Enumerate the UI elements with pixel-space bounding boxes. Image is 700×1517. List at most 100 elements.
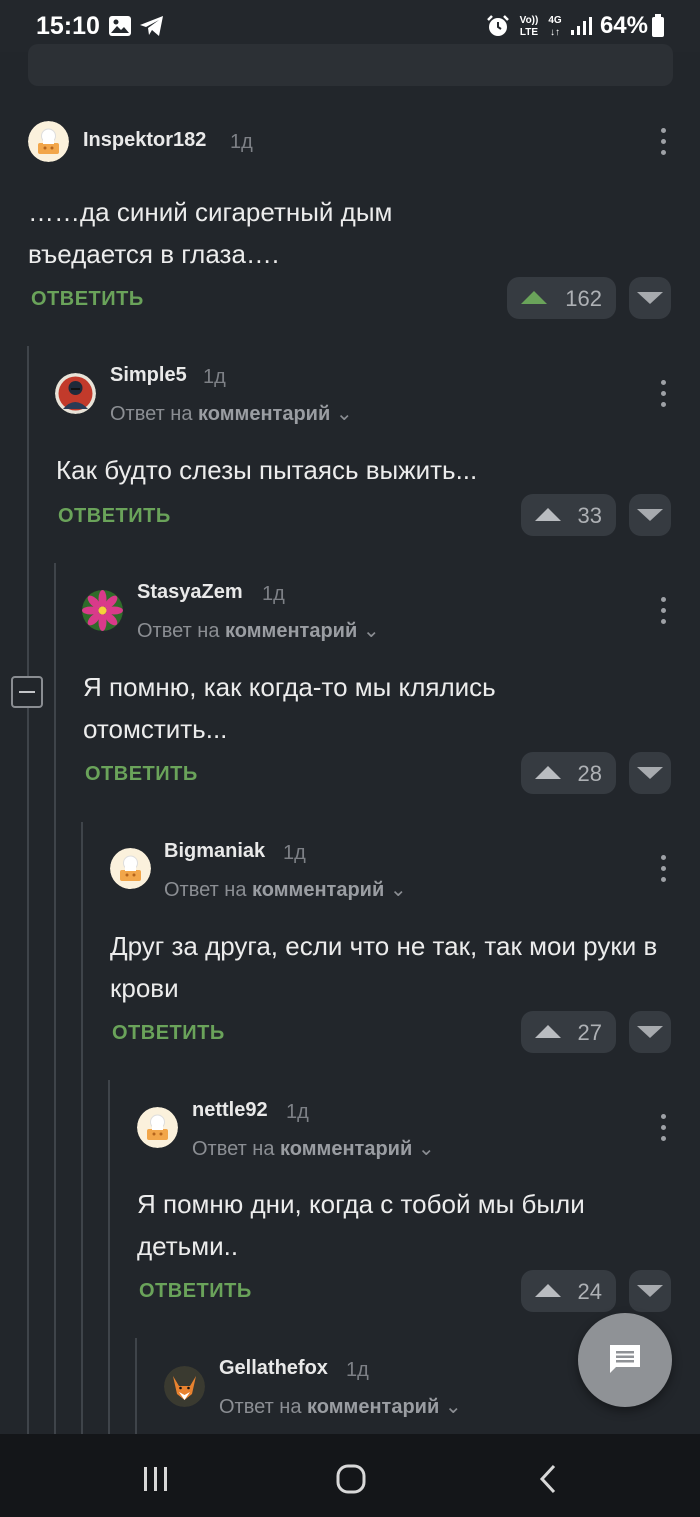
alarm-icon bbox=[487, 15, 509, 36]
reply-button[interactable]: ОТВЕТИТЬ bbox=[112, 1022, 225, 1045]
vote-count: 28 bbox=[577, 761, 602, 786]
portrait-avatar-icon bbox=[55, 373, 96, 414]
reply-to-link[interactable]: Ответ на комментарий ⌄ bbox=[110, 401, 353, 426]
comment-author[interactable]: Bigmaniak bbox=[164, 840, 265, 863]
reply-to-target[interactable]: комментарий bbox=[307, 1396, 439, 1418]
comment-icon bbox=[610, 1345, 640, 1373]
comment-author[interactable]: nettle92 bbox=[192, 1099, 268, 1122]
reply-to-prefix: Ответ на bbox=[110, 403, 193, 425]
reply-to-prefix: Ответ на bbox=[164, 879, 247, 901]
thread-line-5 bbox=[135, 1338, 137, 1434]
more-options-icon[interactable] bbox=[661, 380, 667, 408]
thread-line-2 bbox=[54, 563, 56, 1434]
avatar[interactable] bbox=[28, 121, 69, 162]
upvote-arrow-icon bbox=[535, 766, 561, 779]
upvote-button[interactable]: 28 bbox=[521, 752, 616, 794]
downvote-button[interactable] bbox=[629, 752, 671, 794]
battery-percent: 64% bbox=[599, 12, 648, 39]
reply-to-link[interactable]: Ответ на комментарий ⌄ bbox=[164, 877, 407, 902]
back-icon[interactable] bbox=[538, 1464, 558, 1494]
comment-time: 1д bbox=[203, 366, 226, 388]
data-arrows-icon: ↓↑ bbox=[550, 27, 560, 38]
network-bottom-label: LTE bbox=[519, 27, 539, 38]
vote-count: 162 bbox=[565, 286, 602, 311]
reply-to-link[interactable]: Ответ на комментарий ⌄ bbox=[192, 1136, 435, 1161]
comment-time: 1д bbox=[286, 1101, 309, 1123]
fox-avatar-icon bbox=[164, 1366, 205, 1407]
comment-time: 1д bbox=[230, 131, 253, 153]
reply-to-prefix: Ответ на bbox=[192, 1138, 275, 1160]
network-gen-label: 4G bbox=[548, 15, 562, 26]
thread-line-1 bbox=[27, 346, 29, 1434]
downvote-arrow-icon bbox=[637, 292, 663, 304]
cook-avatar-icon bbox=[28, 121, 69, 162]
comment-time: 1д bbox=[262, 583, 285, 605]
comment-input-partial[interactable] bbox=[28, 44, 673, 86]
cook-avatar-icon bbox=[110, 848, 151, 889]
downvote-button[interactable] bbox=[629, 277, 671, 319]
collapse-thread-button[interactable] bbox=[11, 676, 43, 708]
avatar[interactable] bbox=[110, 848, 151, 889]
downvote-button[interactable] bbox=[629, 1011, 671, 1053]
avatar[interactable] bbox=[164, 1366, 205, 1407]
reply-to-prefix: Ответ на bbox=[137, 620, 220, 642]
status-time: 15:10 bbox=[36, 12, 100, 40]
comment-text: Друг за друга, если что не так, так мои … bbox=[110, 931, 658, 1003]
reply-button[interactable]: ОТВЕТИТЬ bbox=[31, 288, 144, 311]
chevron-down-icon: ⌄ bbox=[389, 879, 407, 901]
avatar[interactable] bbox=[82, 590, 123, 631]
home-icon[interactable] bbox=[336, 1464, 366, 1494]
chevron-down-icon: ⌄ bbox=[335, 403, 353, 425]
comment-text: Как будто слезы пытаясь выжить... bbox=[56, 455, 478, 485]
avatar[interactable] bbox=[137, 1107, 178, 1148]
upvote-button[interactable]: 33 bbox=[521, 494, 616, 536]
downvote-button[interactable] bbox=[629, 1270, 671, 1312]
reply-button[interactable]: ОТВЕТИТЬ bbox=[85, 763, 198, 786]
upvote-arrow-icon bbox=[521, 291, 547, 304]
cook-avatar-icon bbox=[137, 1107, 178, 1148]
reply-button[interactable]: ОТВЕТИТЬ bbox=[139, 1280, 252, 1303]
comment-author[interactable]: StasyaZem bbox=[137, 581, 243, 604]
recent-apps-icon[interactable] bbox=[142, 1466, 170, 1492]
comments-fab-button[interactable] bbox=[578, 1313, 672, 1407]
downvote-button[interactable] bbox=[629, 494, 671, 536]
thread-line-3 bbox=[81, 822, 83, 1434]
chevron-down-icon: ⌄ bbox=[362, 620, 380, 642]
thread-line-4 bbox=[108, 1080, 110, 1434]
comment-author[interactable]: Inspektor182 bbox=[83, 129, 206, 152]
comment-author[interactable]: Gellathefox bbox=[219, 1357, 328, 1380]
downvote-arrow-icon bbox=[637, 767, 663, 779]
avatar[interactable] bbox=[55, 373, 96, 414]
more-options-icon[interactable] bbox=[661, 597, 667, 625]
upvote-button[interactable]: 24 bbox=[521, 1270, 616, 1312]
battery-icon bbox=[652, 14, 664, 37]
comment-text: ……да синий сигаретный дым въедается в гл… bbox=[28, 197, 393, 269]
upvote-button[interactable]: 27 bbox=[521, 1011, 616, 1053]
comment-author[interactable]: Simple5 bbox=[110, 364, 187, 387]
more-options-icon[interactable] bbox=[661, 128, 667, 156]
downvote-arrow-icon bbox=[637, 509, 663, 521]
reply-to-target[interactable]: комментарий bbox=[280, 1138, 412, 1160]
comment-time: 1д bbox=[283, 842, 306, 864]
upvote-arrow-icon bbox=[535, 1025, 561, 1038]
reply-button[interactable]: ОТВЕТИТЬ bbox=[58, 505, 171, 528]
vote-count: 33 bbox=[577, 503, 602, 528]
more-options-icon[interactable] bbox=[661, 1114, 667, 1142]
signal-icon bbox=[571, 17, 592, 35]
comment-text: Я помню дни, когда с тобой мы были детьм… bbox=[137, 1189, 585, 1261]
reply-to-prefix: Ответ на bbox=[219, 1396, 302, 1418]
reply-to-target[interactable]: комментарий bbox=[225, 620, 357, 642]
reply-to-link[interactable]: Ответ на комментарий ⌄ bbox=[137, 618, 380, 643]
more-options-icon[interactable] bbox=[661, 855, 667, 883]
reply-to-target[interactable]: комментарий bbox=[252, 879, 384, 901]
chevron-down-icon: ⌄ bbox=[444, 1396, 462, 1418]
telegram-icon bbox=[140, 16, 163, 36]
downvote-arrow-icon bbox=[637, 1285, 663, 1297]
reply-to-target[interactable]: комментарий bbox=[198, 403, 330, 425]
upvote-button[interactable]: 162 bbox=[507, 277, 616, 319]
vote-count: 24 bbox=[577, 1279, 602, 1304]
gallery-icon bbox=[109, 16, 131, 36]
system-nav-bar bbox=[0, 1434, 700, 1517]
reply-to-link[interactable]: Ответ на комментарий ⌄ bbox=[219, 1394, 462, 1419]
upvote-arrow-icon bbox=[535, 508, 561, 521]
